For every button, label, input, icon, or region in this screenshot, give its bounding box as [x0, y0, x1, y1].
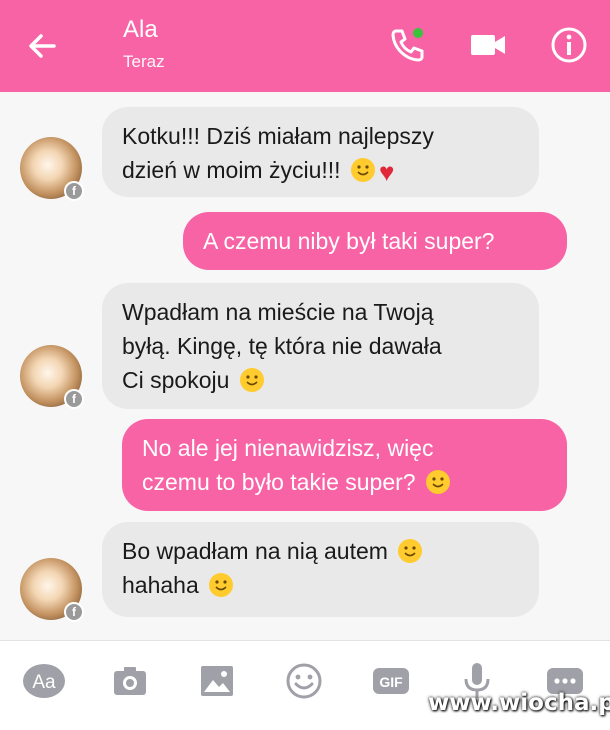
chat-header: Ala Teraz: [0, 0, 610, 92]
message-list[interactable]: f Kotku!!! Dziś miałam najlepszy dzień w…: [0, 92, 610, 640]
aa-label: Aa: [32, 672, 56, 693]
watermark: www.wiocha.pl: [428, 690, 610, 716]
message-incoming[interactable]: Kotku!!! Dziś miałam najlepszy dzień w m…: [102, 107, 539, 197]
facebook-badge-icon: f: [64, 389, 84, 409]
surprised-emoji-icon: [425, 470, 450, 494]
message-line: Wpadłam na mieście na Twoją: [122, 299, 434, 325]
video-call-icon[interactable]: [467, 24, 509, 66]
avatar[interactable]: f: [20, 558, 84, 622]
message-line: byłą. Kingę, tę która nie dawała: [122, 333, 442, 359]
message-line: czemu to było takie super?: [142, 469, 416, 495]
text-aa-button[interactable]: Aa: [19, 659, 69, 703]
message-line: No ale jej nienawidzisz, więc: [142, 435, 434, 461]
message-incoming[interactable]: Wpadłam na mieście na Twoją byłą. Kingę,…: [102, 283, 539, 409]
camera-icon[interactable]: [105, 659, 155, 703]
contact-name[interactable]: Ala: [123, 16, 158, 44]
info-icon[interactable]: [548, 24, 590, 66]
back-arrow-icon[interactable]: [22, 26, 62, 66]
facebook-badge-icon: f: [64, 181, 84, 201]
grimacing-emoji-icon: [398, 539, 423, 563]
avatar[interactable]: f: [20, 345, 84, 409]
composer-toolbar: Aa GIF: [0, 640, 610, 730]
message-incoming[interactable]: Bo wpadłam na nią autem hahaha: [102, 522, 539, 617]
red-heart-icon: ♥: [378, 157, 395, 187]
emoji-icon[interactable]: [279, 659, 329, 703]
tongue-emoji-icon: [209, 573, 234, 597]
message-line: dzień w moim życiu!!!: [122, 157, 341, 183]
phone-call-icon[interactable]: [386, 24, 428, 66]
tongue-emoji-icon: [239, 368, 264, 392]
facebook-badge-icon: f: [64, 602, 84, 622]
message-outgoing[interactable]: No ale jej nienawidzisz, więc czemu to b…: [122, 419, 567, 511]
contact-status: Teraz: [123, 52, 165, 71]
avatar[interactable]: f: [20, 137, 84, 201]
message-line: Kotku!!! Dziś miałam najlepszy: [122, 123, 434, 149]
message-text: A czemu niby był taki super?: [203, 228, 495, 254]
message-line: hahaha: [122, 572, 199, 598]
message-line: Bo wpadłam na nią autem: [122, 538, 388, 564]
message-line: Ci spokoju: [122, 367, 230, 393]
grinning-emoji-icon: [350, 158, 375, 182]
message-outgoing[interactable]: A czemu niby był taki super?: [183, 212, 567, 270]
gif-button[interactable]: GIF: [366, 659, 416, 703]
image-icon[interactable]: [192, 659, 242, 703]
gif-label: GIF: [379, 674, 403, 690]
